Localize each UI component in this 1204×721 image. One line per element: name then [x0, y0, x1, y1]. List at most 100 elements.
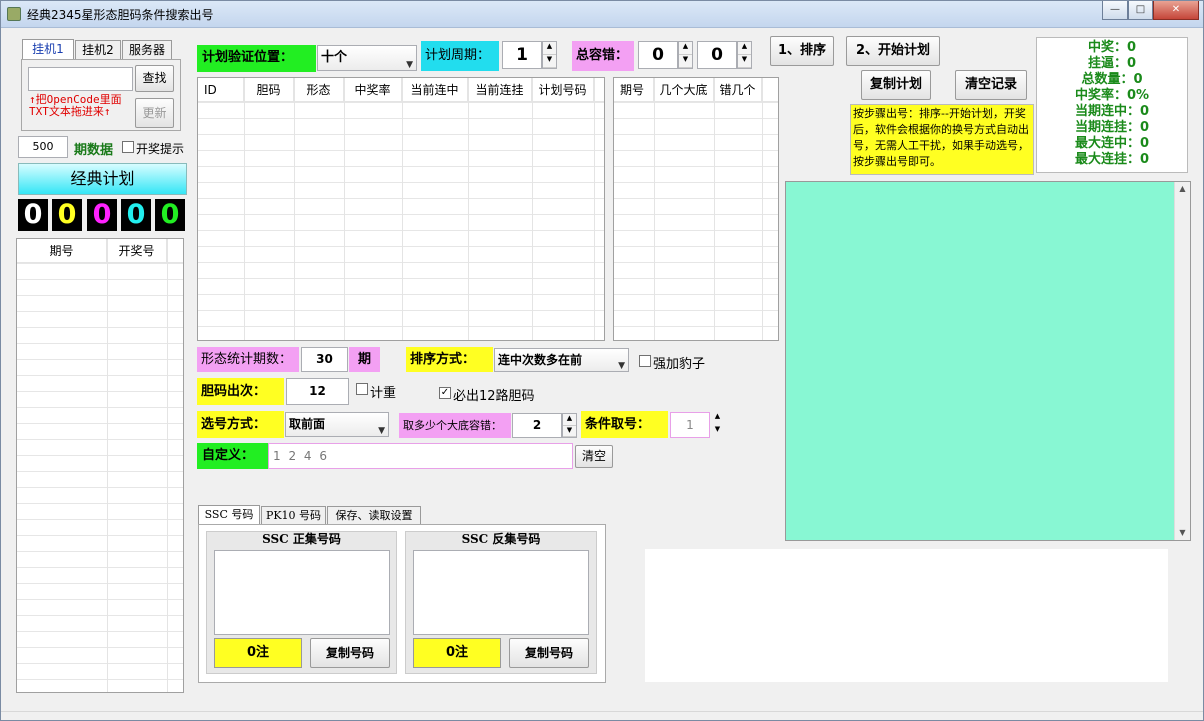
tab-pk10[interactable]: PK10 号码 — [261, 506, 326, 525]
miss-table[interactable]: 期号 几个大底 错几个 — [613, 77, 779, 341]
col-base-count: 几个大底 — [654, 78, 714, 101]
plan-cycle-label: 计划周期： — [421, 41, 499, 71]
tolerance-spinner-2[interactable]: ▲ ▼ — [737, 41, 752, 69]
digit-3: 0 — [87, 199, 117, 231]
file-path-input[interactable] — [28, 67, 133, 91]
spin-down-icon[interactable]: ▼ — [543, 55, 556, 68]
output-scrollbar[interactable]: ▲ ▼ — [1174, 182, 1190, 540]
spin-up-icon[interactable]: ▲ — [710, 412, 725, 425]
tab-guaji1[interactable]: 挂机1 — [22, 39, 74, 60]
tolerance-input-2[interactable]: 0 — [697, 41, 737, 69]
custom-input[interactable]: 1 2 4 6 — [268, 443, 573, 469]
ssc-positive-count: 0注 — [214, 638, 302, 668]
start-plan-button[interactable]: 2、开始计划 — [846, 36, 940, 66]
verify-position-select[interactable]: 十个 ▼ — [317, 45, 417, 71]
drag-hint: ↑把OpenCode里面 TXT文本拖进来↑ — [29, 94, 122, 118]
col-id: ID — [198, 78, 244, 101]
chevron-down-icon: ▼ — [406, 60, 413, 70]
col-divider — [654, 78, 655, 340]
digit-2: 0 — [52, 199, 82, 231]
update-button[interactable]: 更新 — [135, 98, 174, 128]
select-method-value: 取前面 — [289, 417, 326, 431]
col-plan-number: 计划号码 — [532, 78, 594, 101]
status-bar — [1, 711, 1203, 720]
spin-up-icon[interactable]: ▲ — [679, 42, 692, 55]
cond-select-input[interactable]: 1 — [670, 412, 710, 438]
dan-count-label: 胆码出次： — [197, 378, 284, 405]
spin-down-icon[interactable]: ▼ — [679, 55, 692, 68]
plan-cycle-spinner[interactable]: ▲ ▼ — [542, 41, 557, 69]
tolerance-input-1[interactable]: 0 — [638, 41, 678, 69]
recount-checkbox[interactable] — [356, 383, 368, 395]
output-area[interactable]: ▲ ▼ — [785, 181, 1191, 541]
verify-position-value: 十个 — [321, 50, 348, 65]
must12-checkbox[interactable]: ✓ — [439, 387, 451, 399]
sort-button[interactable]: 1、排序 — [770, 36, 834, 66]
stat-max-lose-streak: 最大连挂：0 — [1074, 152, 1150, 167]
tab-guaji2[interactable]: 挂机2 — [75, 40, 121, 59]
notify-checkbox[interactable] — [122, 141, 134, 153]
tol-base-spinner[interactable]: ▲ ▼ — [562, 413, 577, 438]
app-icon — [7, 7, 21, 21]
total-tolerance-label: 总容错： — [572, 41, 634, 71]
spin-down-icon[interactable]: ▼ — [563, 426, 576, 437]
classic-plan-banner[interactable]: 经典计划 — [18, 163, 187, 195]
dan-count-input[interactable]: 12 — [286, 378, 349, 405]
ssc-positive-textarea[interactable] — [214, 550, 390, 635]
clear-records-button[interactable]: 清空记录 — [955, 70, 1027, 100]
col-divider — [294, 78, 295, 340]
spin-up-icon[interactable]: ▲ — [738, 42, 751, 55]
copy-plan-button[interactable]: 复制计划 — [861, 70, 931, 100]
ssc-negative-count: 0注 — [413, 638, 501, 668]
spin-up-icon[interactable]: ▲ — [563, 414, 576, 426]
search-button[interactable]: 查找 — [135, 65, 174, 92]
col-period: 期号 — [614, 78, 654, 101]
col-error-count: 错几个 — [714, 78, 762, 101]
stats-panel: 中奖：0 挂逼：0 总数量：0 中奖率：0% 当期连中：0 当期连挂：0 最大连… — [1036, 37, 1188, 173]
chevron-down-icon: ▼ — [378, 425, 385, 436]
tab-ssc[interactable]: SSC 号码 — [198, 505, 260, 526]
log-area[interactable] — [645, 549, 1168, 682]
tolerance-spinner-1[interactable]: ▲ ▼ — [678, 41, 693, 69]
hint-line-2: TXT文本拖进来↑ — [29, 105, 111, 118]
draw-table-header: 期号 开奖号 — [17, 239, 183, 263]
stat-current-lose-streak: 当期连挂：0 — [1074, 120, 1150, 135]
ssc-negative-textarea[interactable] — [413, 550, 589, 635]
sort-method-select[interactable]: 连中次数多在前 ▼ — [494, 348, 629, 372]
custom-clear-button[interactable]: 清空 — [575, 445, 613, 468]
spin-down-icon[interactable]: ▼ — [738, 55, 751, 68]
col-divider — [344, 78, 345, 340]
title-bar: 经典2345星形态胆码条件搜索出号 — □ ✕ — [1, 1, 1203, 28]
periods-input[interactable]: 500 — [18, 136, 68, 158]
plan-cycle-input[interactable]: 1 — [502, 41, 542, 69]
plan-table[interactable]: ID 胆码 形态 中奖率 当前连中 当前连挂 计划号码 — [197, 77, 605, 341]
copy-negative-button[interactable]: 复制号码 — [509, 638, 589, 668]
spin-down-icon[interactable]: ▼ — [710, 425, 725, 438]
stat-max-win-streak: 最大连中：0 — [1074, 136, 1150, 151]
cond-select-spinner[interactable]: ▲ ▼ — [710, 412, 725, 438]
period-unit-label: 期 — [349, 347, 380, 372]
leopard-checkbox[interactable] — [639, 355, 651, 367]
form-stats-input[interactable]: 30 — [301, 347, 348, 372]
col-period: 期号 — [17, 239, 107, 262]
close-button[interactable]: ✕ — [1153, 1, 1199, 20]
maximize-button[interactable]: □ — [1128, 1, 1153, 20]
custom-label: 自定义： — [197, 443, 268, 469]
spin-up-icon[interactable]: ▲ — [543, 42, 556, 55]
must12-label: 必出12路胆码 — [453, 389, 535, 404]
digit-1: 0 — [18, 199, 48, 231]
scroll-down-icon[interactable]: ▼ — [1175, 526, 1190, 540]
digit-4: 0 — [121, 199, 151, 231]
select-method-select[interactable]: 取前面 ▼ — [285, 412, 389, 437]
tab-server[interactable]: 服务器 — [122, 40, 172, 59]
copy-positive-button[interactable]: 复制号码 — [310, 638, 390, 668]
plan-table-header: ID 胆码 形态 中奖率 当前连中 当前连挂 计划号码 — [198, 78, 604, 102]
tol-base-input[interactable]: 2 — [512, 413, 562, 438]
draw-history-table[interactable]: 期号 开奖号 — [16, 238, 184, 693]
tab-save-load[interactable]: 保存、读取设置 — [327, 506, 421, 525]
scroll-up-icon[interactable]: ▲ — [1175, 182, 1190, 196]
minimize-button[interactable]: — — [1102, 1, 1128, 20]
col-cur-win: 当前连中 — [402, 78, 468, 101]
form-stats-label: 形态统计期数： — [197, 347, 299, 372]
col-cur-lose: 当前连挂 — [468, 78, 532, 101]
